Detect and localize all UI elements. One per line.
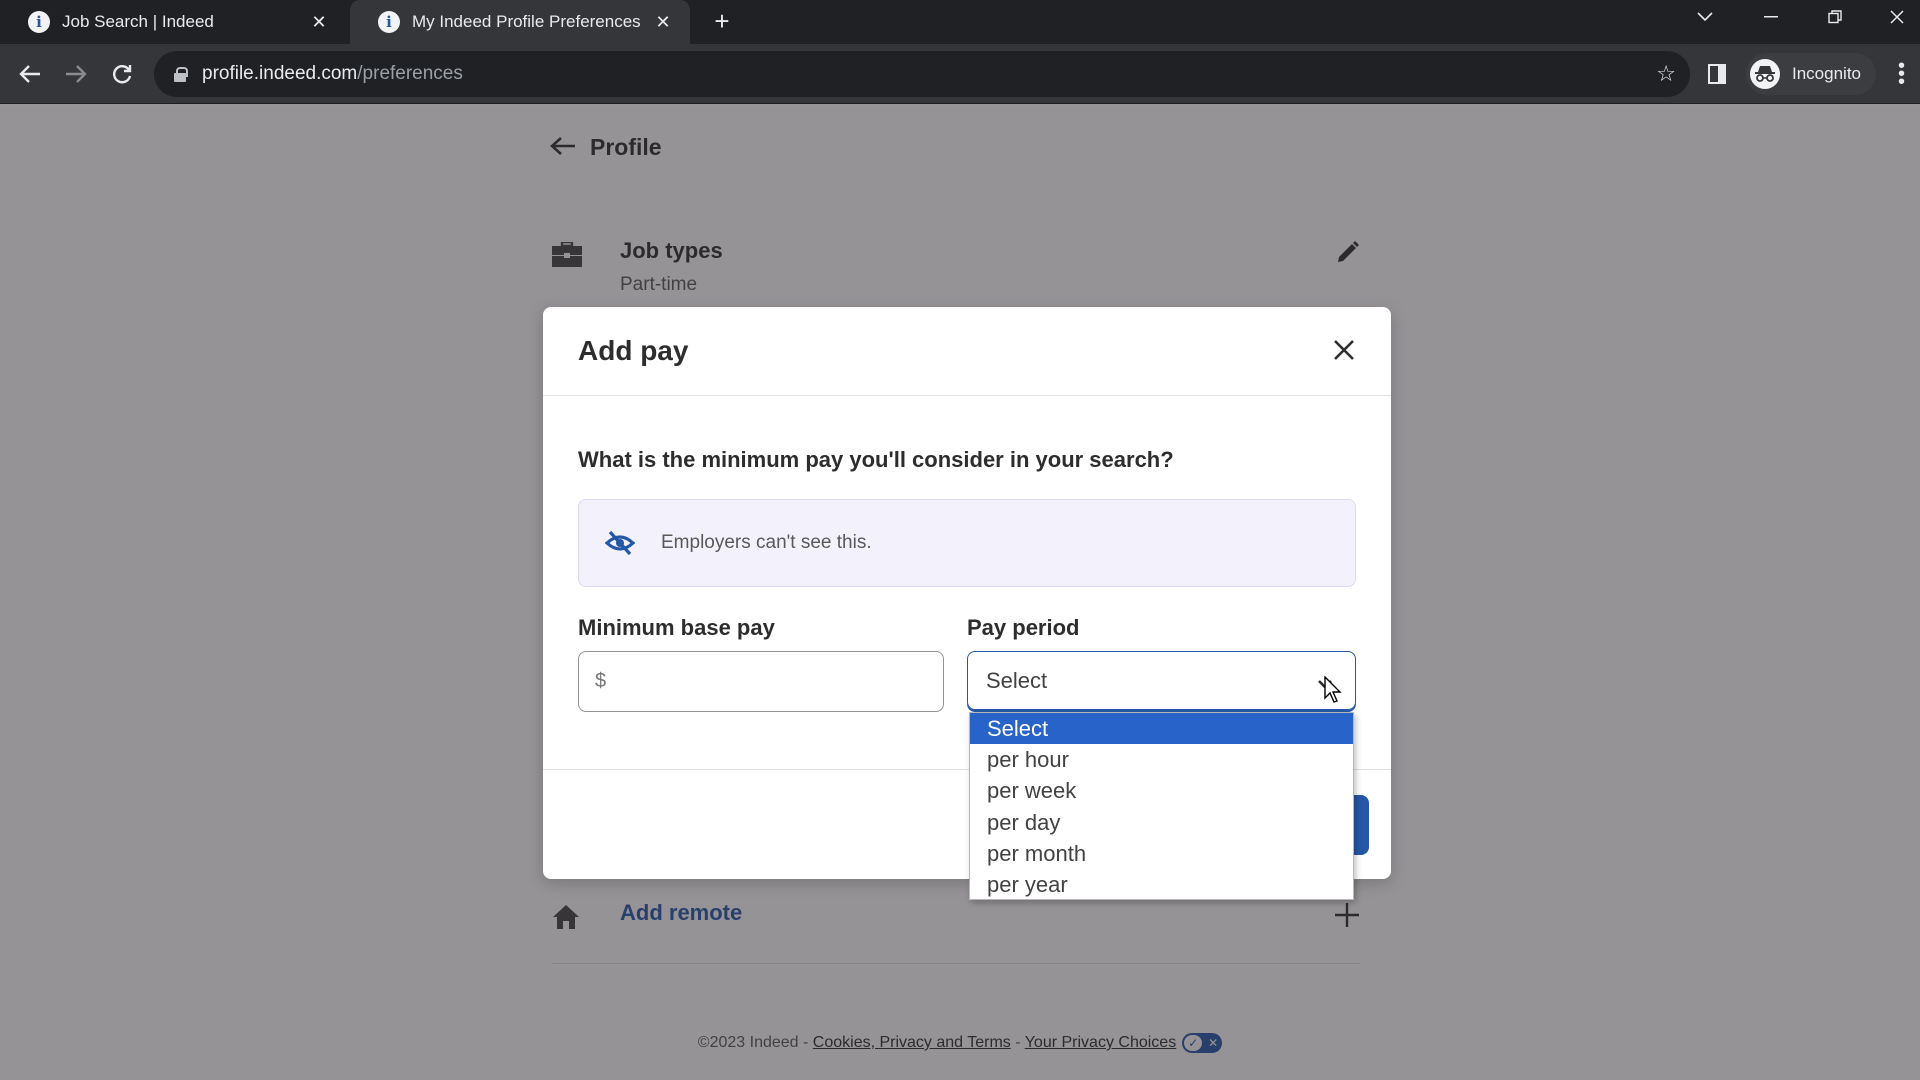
mouse-cursor-icon — [1324, 675, 1344, 704]
pay-period-select[interactable]: Select — [967, 651, 1356, 710]
option-per-week[interactable]: per week — [970, 775, 1353, 806]
side-panel-icon[interactable] — [1708, 64, 1726, 84]
browser-tab-bar: i Job Search | Indeed ✕ i My Indeed Prof… — [0, 0, 1920, 44]
dialog-title: Add pay — [578, 335, 689, 366]
incognito-profile-button[interactable]: Incognito — [1746, 53, 1876, 95]
browser-menu-icon[interactable]: • • • — [1898, 56, 1905, 92]
option-per-day[interactable]: per day — [970, 807, 1353, 838]
dollar-prefix: $ — [595, 670, 607, 692]
close-tab-icon[interactable]: ✕ — [652, 11, 674, 33]
tab-search-chevron-icon[interactable] — [1682, 0, 1728, 34]
option-per-hour[interactable]: per hour — [970, 744, 1353, 775]
address-bar[interactable]: profile.indeed.com/preferences ☆ — [154, 51, 1690, 97]
close-tab-icon[interactable]: ✕ — [308, 11, 330, 33]
option-per-year[interactable]: per year — [970, 869, 1353, 900]
bookmark-star-icon[interactable]: ☆ — [1656, 61, 1676, 87]
url-text: profile.indeed.com/preferences — [202, 63, 463, 84]
pay-period-value: Select — [986, 667, 1048, 693]
dialog-header: Add pay — [543, 307, 1391, 396]
eye-slash-icon — [604, 528, 636, 558]
min-pay-text-field[interactable] — [614, 670, 943, 693]
new-tab-button[interactable]: + — [708, 8, 736, 36]
incognito-icon — [1750, 59, 1780, 89]
pay-question: What is the minimum pay you'll consider … — [578, 447, 1174, 472]
back-arrow-icon[interactable] — [14, 58, 46, 90]
forward-arrow-icon[interactable] — [60, 58, 92, 90]
min-pay-label: Minimum base pay — [578, 615, 775, 640]
option-per-month[interactable]: per month — [970, 838, 1353, 869]
lock-icon — [174, 67, 188, 82]
indeed-info-icon: i — [378, 11, 400, 33]
info-text: Employers can't see this. — [661, 532, 872, 553]
pay-period-options-list: Select per hour per week per day per mon… — [969, 712, 1354, 900]
reload-icon[interactable] — [106, 58, 138, 90]
privacy-info-box: Employers can't see this. — [578, 499, 1356, 587]
tab-profile-preferences[interactable]: i My Indeed Profile Preferences ✕ — [350, 0, 690, 44]
indeed-info-icon: i — [28, 11, 50, 33]
min-base-pay-input[interactable]: $ — [578, 651, 944, 712]
minimize-button[interactable] — [1748, 0, 1794, 34]
tab-title: Job Search | Indeed — [62, 12, 214, 31]
pay-period-label: Pay period — [967, 615, 1080, 640]
tab-job-search[interactable]: i Job Search | Indeed ✕ — [0, 0, 346, 44]
restore-button[interactable] — [1812, 0, 1858, 34]
incognito-label: Incognito — [1792, 64, 1861, 83]
browser-toolbar: profile.indeed.com/preferences ☆ Incogni… — [0, 44, 1920, 104]
option-select[interactable]: Select — [970, 713, 1353, 745]
close-window-button[interactable] — [1874, 0, 1920, 34]
tab-title: My Indeed Profile Preferences — [412, 12, 641, 31]
close-icon[interactable] — [1327, 333, 1361, 367]
